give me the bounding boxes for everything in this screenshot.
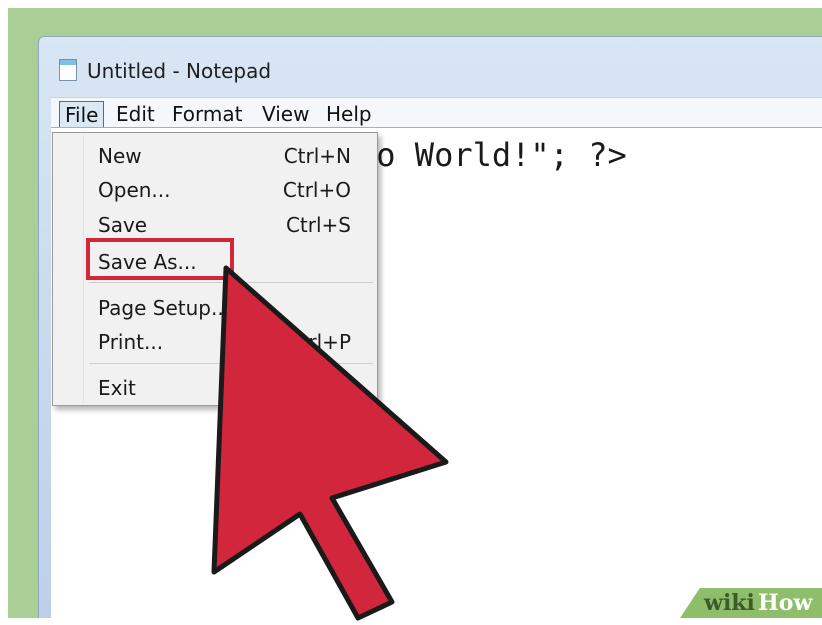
wikihow-watermark: wiki How [680, 588, 822, 618]
arrow-cursor-icon [211, 265, 449, 621]
watermark-how: How [758, 590, 813, 616]
watermark-wiki: wiki [704, 590, 755, 616]
